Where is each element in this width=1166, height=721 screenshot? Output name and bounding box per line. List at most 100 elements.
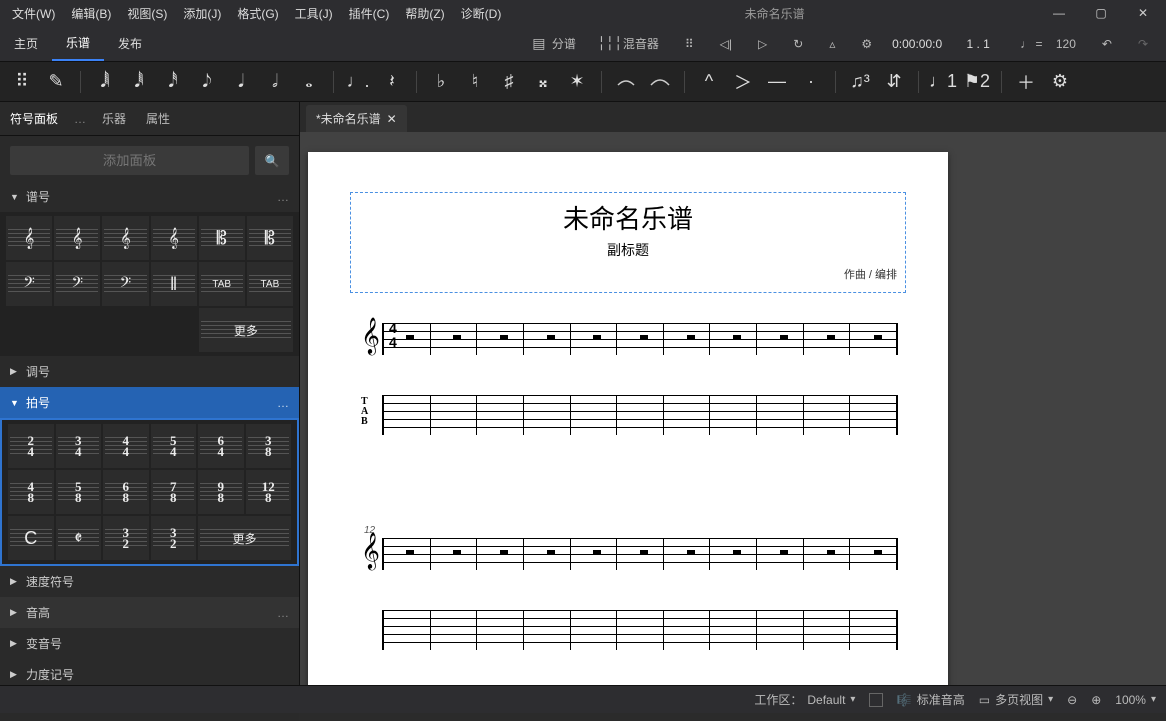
clef-cell[interactable]: 𝄢 [54,262,100,306]
section-timesig[interactable]: ▼拍号… [0,387,299,418]
slur-icon[interactable] [646,68,674,96]
parts-button[interactable]: ▤分谱 [525,31,582,56]
staccato-icon[interactable]: · [797,68,825,96]
flat-icon[interactable]: ♭ [427,68,455,96]
section-tempo[interactable]: ▶速度符号 [0,566,299,597]
menu-view[interactable]: 视图(S) [119,2,175,25]
playback-settings-button[interactable]: ⚙ [855,33,878,55]
zoom-value[interactable]: 100%▾ [1115,693,1156,707]
sidebar-tab-instruments[interactable]: 乐器 [92,102,136,135]
menu-help[interactable]: 帮助(Z) [397,2,452,25]
timesig-more[interactable]: 更多 [198,516,291,560]
clef-cell[interactable]: ‖ [151,262,197,306]
marcato-icon[interactable]: ^ [695,68,723,96]
section-keysig[interactable]: ▶调号 [0,356,299,387]
menu-file[interactable]: 文件(W) [4,2,63,25]
clef-cell[interactable]: 𝄞 [151,216,197,260]
section-accidentals[interactable]: ▶变音号 [0,628,299,659]
mixer-button[interactable]: ╎╎╎混音器 [596,31,665,56]
note-half-icon[interactable]: 𝅗𝅥 [261,68,289,96]
staff-tab[interactable] [382,610,898,650]
menu-plugins[interactable]: 插件(C) [341,2,398,25]
section-clefs[interactable]: ▼谱号… [0,181,299,212]
position-display[interactable]: 1 . 1 [956,37,1000,51]
section-menu-icon[interactable]: … [277,396,289,410]
voice2-icon[interactable]: ⚑2 [963,68,991,96]
note-8th-icon[interactable]: 𝅘𝅥𝅮 [193,68,221,96]
menu-diagnostics[interactable]: 诊断(D) [453,2,510,25]
toggle-accidental-icon[interactable]: ✶ [563,68,591,96]
clef-cell[interactable]: 𝄡 [199,216,245,260]
clef-cell[interactable]: TAB [199,262,245,306]
timesig-cell[interactable]: 78 [151,470,197,514]
search-button[interactable]: 🔍 [255,146,289,175]
workspace-selector[interactable]: 工作区：Default▾ [754,691,855,708]
flip-icon[interactable]: ⇵ [880,68,908,96]
score-page[interactable]: 未命名乐谱 副标题 作曲 / 编排 𝄞 44 T A B [308,152,948,685]
timesig-cell[interactable]: C [8,516,54,560]
tenuto-icon[interactable]: — [763,68,791,96]
clef-cell[interactable]: 𝄢 [102,262,148,306]
section-menu-icon[interactable]: … [277,606,289,620]
score-composer[interactable]: 作曲 / 编排 [359,266,897,282]
timesig-cell[interactable]: 98 [198,470,244,514]
sharp-icon[interactable]: ♯ [495,68,523,96]
toolbar-settings-icon[interactable]: ⚙ [1046,68,1074,96]
undo-button[interactable]: ↶ [1096,33,1118,55]
menu-format[interactable]: 格式(G) [229,2,286,25]
dot-icon[interactable]: ♩. [344,68,372,96]
rest-icon[interactable]: 𝄽 [378,68,406,96]
rewind-button[interactable]: ◁| [714,33,738,55]
tuplet-icon[interactable]: ♫³ [846,68,874,96]
note-whole-icon[interactable]: 𝅝 [295,68,323,96]
grip-icon[interactable]: ⠿ [8,68,36,96]
clef-cell[interactable]: 𝄞 [6,216,52,260]
drag-handle-icon[interactable]: ⠿ [679,33,700,55]
clefs-more[interactable]: 更多 [199,308,293,352]
section-pitch[interactable]: ▶音高… [0,597,299,628]
play-button[interactable]: ▷ [752,33,773,55]
voice1-icon[interactable]: ♩1 [929,68,957,96]
section-menu-icon[interactable]: … [277,190,289,204]
clef-cell[interactable]: 𝄡 [247,216,293,260]
timesig-cell[interactable]: 58 [56,470,102,514]
sidebar-tab-more-icon[interactable]: … [68,112,92,126]
clef-cell[interactable]: TAB [247,262,293,306]
score-canvas[interactable]: 未命名乐谱 副标题 作曲 / 编排 𝄞 44 T A B [300,132,1166,685]
note-16th-icon[interactable]: 𝅘𝅥𝅰 [159,68,187,96]
metronome-button[interactable]: ▵ [823,33,841,55]
view-mode-selector[interactable]: ▭多页视图▾ [979,691,1053,708]
tab-home[interactable]: 主页 [0,27,52,60]
menu-edit[interactable]: 编辑(B) [63,2,119,25]
note-64th-icon[interactable]: 𝅘𝅥𝅲 [91,68,119,96]
palette-search-input[interactable] [10,146,249,175]
tie-icon[interactable] [612,68,640,96]
score-subtitle[interactable]: 副标题 [359,240,897,260]
score-title[interactable]: 未命名乐谱 [359,199,897,236]
zoom-in-button[interactable]: ⊕ [1091,693,1101,707]
timesig-cell[interactable]: 64 [198,424,244,468]
note-quarter-icon[interactable]: 𝅘𝅥 [227,68,255,96]
menu-add[interactable]: 添加(J) [175,2,229,25]
timesig-cell[interactable]: 44 [103,424,149,468]
staff-tab[interactable]: T A B [382,395,898,435]
note-32nd-icon[interactable]: 𝅘𝅥𝅱 [125,68,153,96]
pencil-icon[interactable]: ✎ [42,68,70,96]
timesig-cell[interactable]: 32 [151,516,197,560]
clef-cell[interactable]: 𝄞 [54,216,100,260]
tab-publish[interactable]: 发布 [104,27,156,60]
time-display[interactable]: 0:00:00:0 [892,37,942,51]
timesig-cell[interactable]: 34 [56,424,102,468]
clef-cell[interactable]: 𝄞 [102,216,148,260]
tab-score[interactable]: 乐谱 [52,26,104,61]
menu-tools[interactable]: 工具(J) [287,2,341,25]
timesig-cell[interactable]: 38 [246,424,292,468]
timesig-cell[interactable]: 32 [103,516,149,560]
staff-standard[interactable]: 𝄞 [382,538,898,570]
redo-button[interactable]: ↷ [1132,33,1154,55]
timesig-cell[interactable]: 48 [8,470,54,514]
minimize-button[interactable]: — [1040,2,1078,24]
title-frame[interactable]: 未命名乐谱 副标题 作曲 / 编排 [350,192,906,293]
sidebar-tab-properties[interactable]: 属性 [136,102,180,135]
document-tab[interactable]: *未命名乐谱✕ [306,105,407,132]
